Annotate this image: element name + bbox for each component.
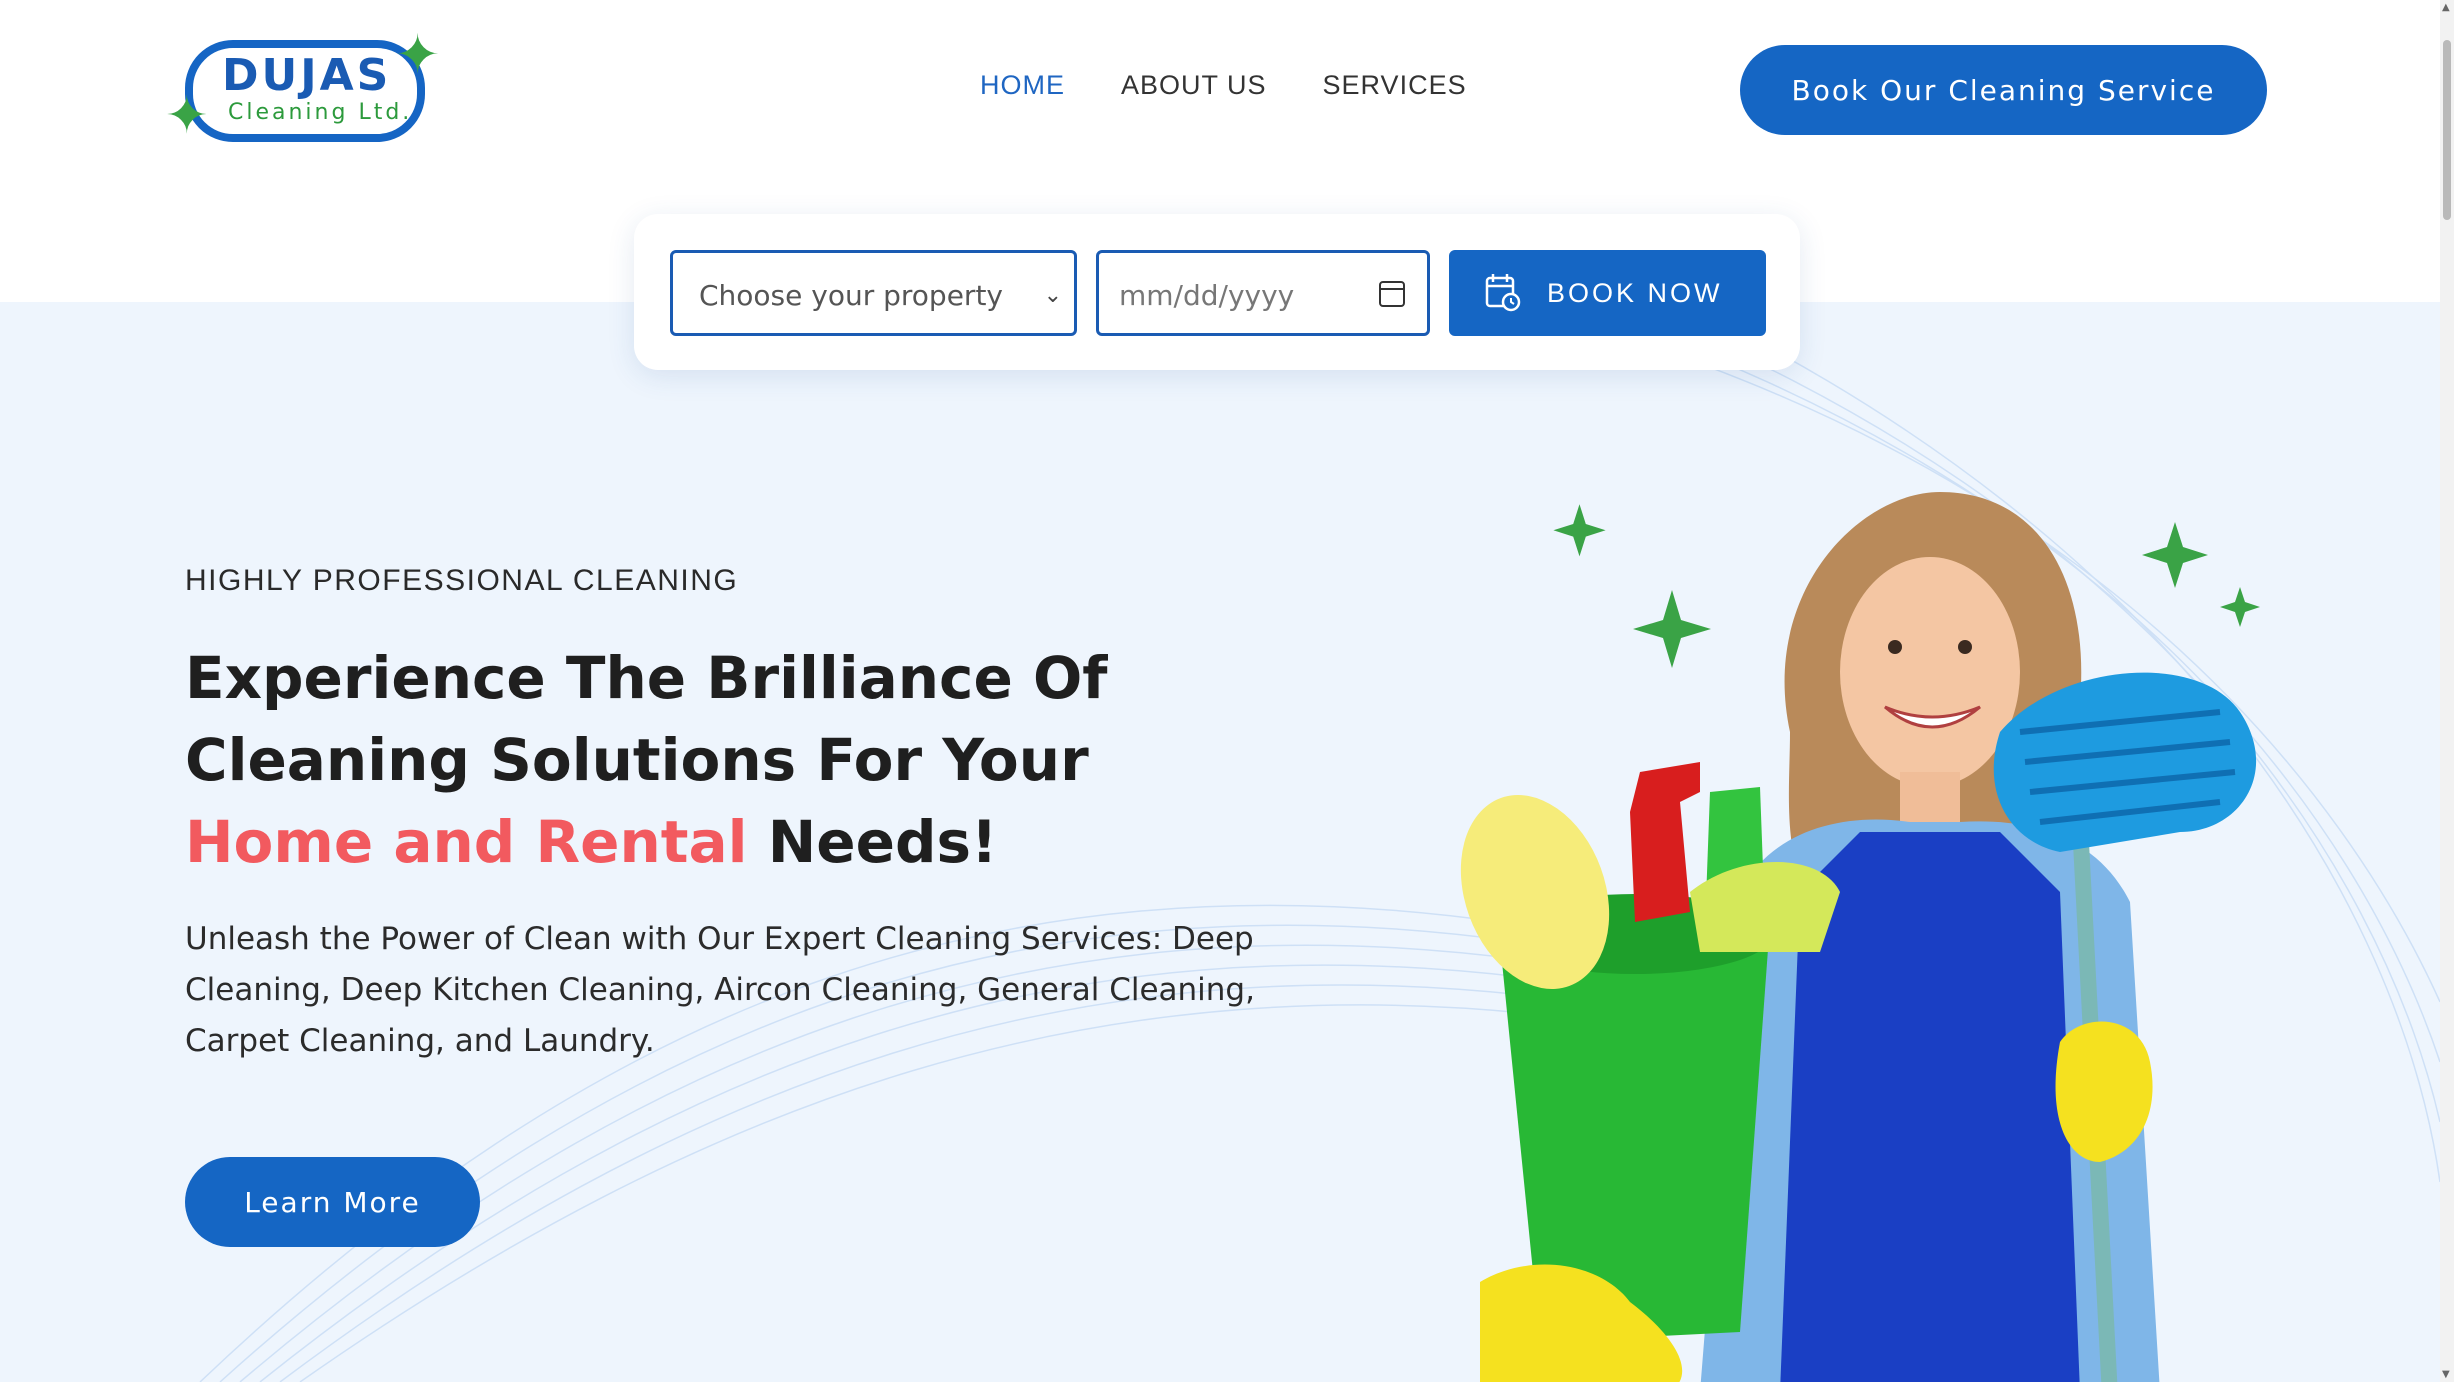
book-now-button[interactable]: BOOK NOW (1449, 250, 1766, 336)
headline-line-2: Cleaning Solutions For Your (185, 726, 1089, 794)
scrollbar-thumb[interactable] (2443, 40, 2451, 220)
sparkle-icon: ✦ (395, 23, 441, 86)
date-input-placeholder: mm/dd/yyyy (1119, 279, 1295, 312)
nav-services[interactable]: SERVICES (1323, 70, 1467, 101)
hero-eyebrow: HIGHLY PROFESSIONAL CLEANING (185, 564, 739, 597)
headline-accent: Home and Rental (185, 808, 748, 876)
nav-home[interactable]: HOME (980, 70, 1065, 101)
hero-description: Unleash the Power of Clean with Our Expe… (185, 921, 1255, 1059)
headline-end: Needs! (747, 808, 998, 876)
chevron-down-icon: ⌄ (1043, 283, 1062, 308)
sparkle-icon: ✦ (165, 86, 209, 146)
woman-with-cleaning-supplies-image (1460, 492, 2260, 1382)
book-cleaning-service-button[interactable]: Book Our Cleaning Service (1740, 45, 2267, 135)
learn-more-button[interactable]: Learn More (185, 1157, 480, 1247)
property-select[interactable]: Choose your property ⌄ (670, 250, 1077, 336)
main-nav: HOME ABOUT US SERVICES (980, 70, 1467, 101)
logo-title: DUJAS (222, 50, 392, 101)
date-input[interactable]: mm/dd/yyyy (1096, 250, 1430, 336)
brand-logo[interactable]: DUJAS Cleaning Ltd. ✦ ✦ (165, 28, 455, 153)
scroll-up-arrow-icon[interactable]: ▲ (2442, 2, 2450, 13)
logo-tagline: Cleaning Ltd. (228, 100, 413, 125)
calendar-clock-icon (1485, 274, 1521, 312)
booking-card: Choose your property ⌄ mm/dd/yyyy BOOK N… (634, 214, 1800, 370)
page-scrollbar[interactable]: ▲ ▼ (2440, 0, 2454, 1382)
book-now-label: BOOK NOW (1547, 278, 1723, 308)
hero-section: HIGHLY PROFESSIONAL CLEANING Experience … (0, 302, 2440, 1382)
headline-line-1: Experience The Brilliance Of (185, 644, 1108, 712)
nav-about-us[interactable]: ABOUT US (1121, 70, 1267, 101)
scroll-down-arrow-icon[interactable]: ▼ (2442, 1369, 2450, 1380)
calendar-icon[interactable] (1379, 281, 1405, 307)
property-select-placeholder: Choose your property (699, 279, 1003, 312)
hero-headline: Experience The Brilliance Of Cleaning So… (185, 637, 1185, 883)
